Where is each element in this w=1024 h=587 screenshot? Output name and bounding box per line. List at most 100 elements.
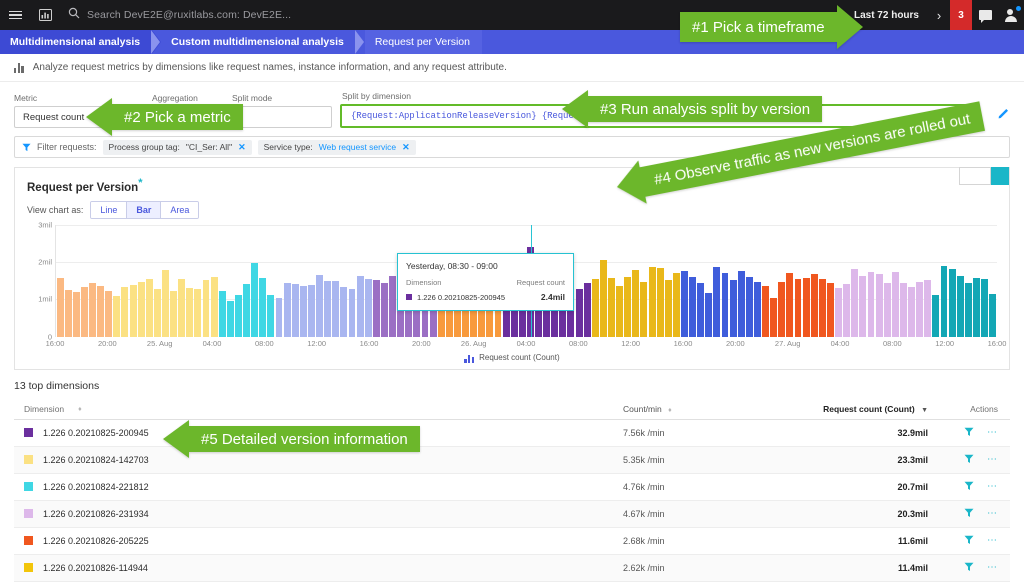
chart-bar[interactable]	[624, 277, 631, 337]
chart-bar[interactable]	[316, 275, 323, 337]
breadcrumb-item-multidimensional-analysis[interactable]: Multidimensional analysis	[0, 30, 152, 54]
close-icon[interactable]: ✕	[238, 142, 246, 153]
chart-bar[interactable]	[803, 278, 810, 337]
chart-bar[interactable]	[949, 269, 956, 337]
chart-bar[interactable]	[292, 284, 299, 337]
chart-bar[interactable]	[730, 280, 737, 337]
chart-bar[interactable]	[835, 288, 842, 337]
chart-bar[interactable]	[227, 301, 234, 337]
chart-bar[interactable]	[616, 286, 623, 336]
table-row[interactable]: 1.226 0.20210826-2052252.68k /min11.6mil…	[14, 528, 1010, 555]
chart-bar[interactable]	[211, 277, 218, 336]
chart-bar[interactable]	[235, 295, 242, 337]
chart-bar[interactable]	[105, 291, 112, 337]
funnel-filter-icon[interactable]	[964, 481, 974, 493]
split-mode-select[interactable]	[232, 106, 332, 128]
chart-bar[interactable]	[924, 280, 931, 337]
chart-type-area[interactable]: Area	[161, 202, 198, 218]
column-header-count-per-min[interactable]: Count/min ♦	[623, 404, 798, 414]
funnel-filter-icon[interactable]	[964, 562, 974, 574]
chart-bar[interactable]	[340, 287, 347, 337]
chart-bar[interactable]	[600, 260, 607, 337]
chart-bar[interactable]	[97, 286, 104, 337]
chart-bar[interactable]	[284, 283, 291, 337]
filter-chip-process-group-tag[interactable]: Process group tag: "CI_Ser: All" ✕	[103, 140, 252, 155]
chart-bar[interactable]	[957, 276, 964, 336]
chart-bar[interactable]	[130, 285, 137, 337]
chart-bar[interactable]	[81, 287, 88, 337]
column-header-dimension[interactable]: Dimension ♦	[14, 404, 623, 414]
chart-bar[interactable]	[819, 279, 826, 337]
chart-bar[interactable]	[884, 283, 891, 337]
chart-bar[interactable]	[373, 280, 380, 337]
chart-bar[interactable]	[186, 288, 193, 337]
table-row[interactable]: 1.226 0.20210824-1427035.35k /min23.3mil…	[14, 447, 1010, 474]
chart-bar[interactable]	[705, 293, 712, 337]
chart-bar[interactable]	[89, 283, 96, 336]
table-row[interactable]: 1.226 0.20210825-2009457.56k /min32.9mil…	[14, 420, 1010, 447]
chart-corner-tab[interactable]	[991, 167, 1009, 185]
chart-bar[interactable]	[640, 282, 647, 337]
chart-type-line[interactable]: Line	[91, 202, 127, 218]
chart-bar[interactable]	[276, 298, 283, 337]
chart-bar[interactable]	[770, 298, 777, 337]
chart-bar[interactable]	[357, 276, 364, 336]
chart-bar[interactable]	[843, 284, 850, 337]
chart-bar[interactable]	[138, 282, 145, 337]
chart-bar[interactable]	[973, 278, 980, 337]
chart-bar[interactable]	[73, 292, 80, 337]
chart-bar[interactable]	[349, 289, 356, 337]
chart-bar[interactable]	[722, 273, 729, 336]
breadcrumb-item-custom-multidimensional-analysis[interactable]: Custom multidimensional analysis	[161, 30, 356, 54]
chart-bar[interactable]	[65, 290, 72, 337]
chart-bar[interactable]	[259, 278, 266, 337]
chart-bar[interactable]	[194, 289, 201, 337]
chart-bar[interactable]	[592, 279, 599, 337]
timeframe-label[interactable]: Last 72 hours	[845, 10, 928, 21]
chart-bar[interactable]	[778, 282, 785, 337]
chart-bar[interactable]	[113, 296, 120, 337]
timeframe-prev-icon[interactable]: ‹	[823, 0, 845, 30]
chart-bar[interactable]	[673, 273, 680, 336]
chart-bar[interactable]	[365, 279, 372, 336]
metric-select[interactable]: Request count	[14, 106, 144, 128]
chart-bar[interactable]	[892, 272, 899, 337]
aggregation-select[interactable]	[152, 106, 224, 128]
chart-bar[interactable]	[608, 278, 615, 337]
more-actions-icon[interactable]: ⋯	[987, 562, 998, 573]
chart-bar[interactable]	[121, 287, 128, 337]
chart-bar[interactable]	[681, 271, 688, 337]
table-row[interactable]: 1.226 0.20210826-2319344.67k /min20.3mil…	[14, 501, 1010, 528]
more-actions-icon[interactable]: ⋯	[987, 481, 998, 492]
chart-bar[interactable]	[170, 291, 177, 337]
notification-badge[interactable]: 3	[950, 0, 972, 30]
chart-bar[interactable]	[932, 295, 939, 337]
chart-bar[interactable]	[324, 281, 331, 337]
funnel-filter-icon[interactable]	[964, 508, 974, 520]
dashboard-icon[interactable]	[30, 0, 60, 30]
more-actions-icon[interactable]: ⋯	[987, 427, 998, 438]
chart-bar[interactable]	[754, 282, 761, 337]
chart-corner-box[interactable]	[959, 167, 991, 185]
chart-type-bar[interactable]: Bar	[127, 202, 161, 218]
chart-bar[interactable]	[981, 279, 988, 337]
chart-bar[interactable]	[941, 266, 948, 337]
chart-bar[interactable]	[267, 295, 274, 337]
user-account-icon[interactable]	[998, 0, 1024, 30]
funnel-filter-icon[interactable]	[964, 454, 974, 466]
filter-chip-service-type[interactable]: Service type: Web request service ✕	[258, 140, 416, 155]
chart-bar[interactable]	[900, 283, 907, 336]
column-header-request-count[interactable]: Request count (Count) ▼	[798, 404, 928, 414]
chart-bar[interactable]	[649, 267, 656, 337]
hamburger-menu-icon[interactable]	[0, 0, 30, 30]
chart-bar[interactable]	[381, 283, 388, 337]
chart-bar[interactable]	[389, 276, 396, 336]
chart-bar[interactable]	[908, 287, 915, 337]
chart-bar[interactable]	[697, 283, 704, 337]
chart-bar[interactable]	[584, 283, 591, 337]
chart-bar[interactable]	[689, 277, 696, 337]
chart-bar[interactable]	[243, 284, 250, 337]
chart-bar[interactable]	[251, 263, 258, 337]
global-search[interactable]: Search DevE2E@ruxitlabs.com: DevE2E...	[68, 0, 823, 30]
timeframe-selector[interactable]: ‹ Last 72 hours ›	[823, 0, 950, 30]
